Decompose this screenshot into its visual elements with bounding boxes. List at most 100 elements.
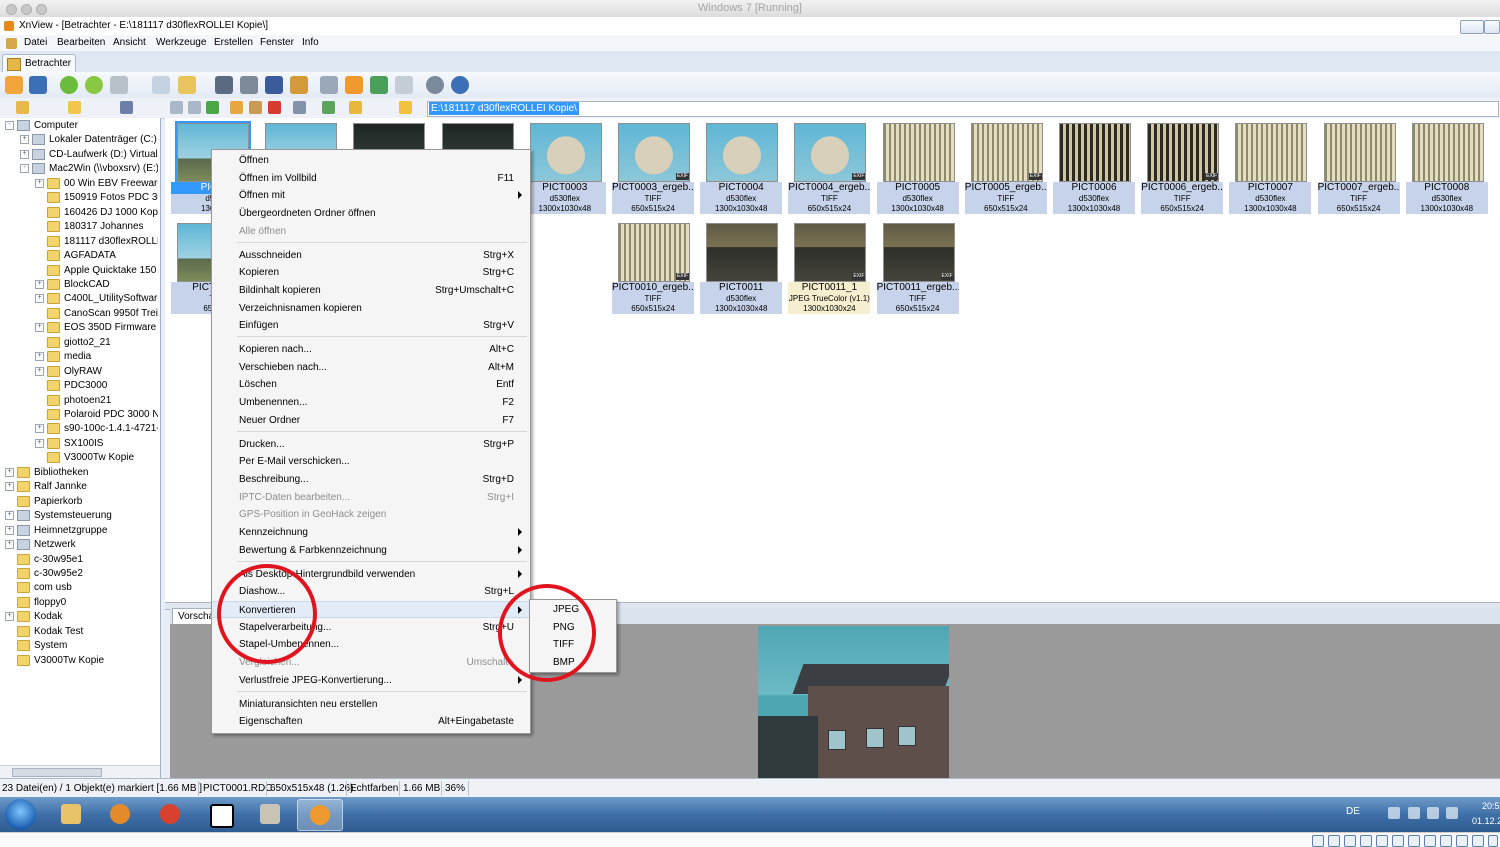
tree-item[interactable]: 160426 DJ 1000 Kopie 2 <box>35 206 158 221</box>
thumbnail-item[interactable]: EXIF PICT0006_ergeb... TIFF 650x515x24 <box>1141 119 1224 214</box>
thumbnail-item[interactable]: PICT0006 d530flex 1300x1030x48 <box>1053 119 1135 214</box>
tree-item[interactable]: System <box>5 640 158 654</box>
delete-icon[interactable] <box>268 101 281 114</box>
tree-item[interactable]: Polaroid PDC 3000 Ne <box>35 409 158 423</box>
menu-bearbeiten[interactable]: Bearbeiten <box>57 37 105 48</box>
taskbar-explorer[interactable] <box>49 799 93 829</box>
calculator-icon[interactable] <box>395 76 413 94</box>
tree-item[interactable]: Apple Quicktake 150 F <box>35 264 158 279</box>
menu-paste[interactable]: Einfügen Strg+V <box>212 317 530 334</box>
start-button[interactable] <box>5 799 36 830</box>
taskbar-media-player[interactable] <box>98 799 142 829</box>
menu-copy-to[interactable]: Kopieren nach... Alt+C <box>212 341 530 358</box>
menu-open-fullscreen[interactable]: Öffnen im Vollbild F11 <box>212 170 530 187</box>
tree-item[interactable]: + CD-Laufwerk (D:) VirtualB <box>20 148 158 163</box>
menu-copy[interactable]: Kopieren Strg+C <box>212 264 530 281</box>
tree-item[interactable]: c-30w95e2 <box>5 567 158 582</box>
menu-tagging[interactable]: Kennzeichnung <box>212 524 530 541</box>
menu-properties[interactable]: Eigenschaften Alt+Eingabetaste <box>212 713 530 730</box>
menu-copy-image-content[interactable]: Bildinhalt kopieren Strg+Umschalt+C <box>212 282 530 299</box>
tree-item[interactable]: floppy0 <box>5 596 158 611</box>
move-icon[interactable] <box>178 76 196 94</box>
thumbnail-item[interactable]: PICT0007_ergeb... TIFF 650x515x24 <box>1317 119 1400 214</box>
tree-item[interactable]: + Lokaler Datenträger (C:) <box>20 134 158 148</box>
tree-item[interactable]: com usb <box>5 582 158 596</box>
tree-item[interactable]: + Ralf Jannke <box>5 481 158 495</box>
folders-tab-icon[interactable] <box>16 101 29 114</box>
tree-item[interactable]: + Systemsteuerung <box>5 510 158 524</box>
menu-print[interactable]: Drucken... Strg+P <box>212 436 530 453</box>
vm-hdd-icon[interactable] <box>1312 835 1324 847</box>
copy-icon[interactable] <box>152 76 170 94</box>
tree-item[interactable]: + SX100IS <box>35 437 158 452</box>
vm-audio-icon[interactable] <box>1344 835 1356 847</box>
back-icon[interactable] <box>170 101 183 114</box>
monitor-icon[interactable] <box>345 76 363 94</box>
collapse-icon[interactable]: - <box>5 121 14 130</box>
acquire-icon[interactable] <box>110 76 128 94</box>
tree-item[interactable]: + Netzwerk <box>5 539 158 553</box>
expand-icon[interactable]: + <box>5 525 14 535</box>
refresh-icon[interactable] <box>60 76 78 94</box>
scrollbar-thumb[interactable] <box>12 768 102 777</box>
tree-item[interactable]: + OlyRAW <box>35 365 158 380</box>
forward-icon[interactable] <box>188 101 201 114</box>
tab-betrachter[interactable]: Betrachter <box>2 54 76 73</box>
vm-mouse-icon[interactable] <box>1472 835 1484 847</box>
menu-email[interactable]: Per E-Mail verschicken... <box>212 453 530 470</box>
tree-item[interactable]: + EOS 350D Firmware <box>35 322 158 336</box>
filter-icon[interactable] <box>349 101 362 114</box>
volume-icon[interactable] <box>1427 807 1439 819</box>
tree-item[interactable]: + media <box>35 351 158 365</box>
thumbnail-item[interactable]: PICT0005 d530flex 1300x1030x48 <box>876 119 959 214</box>
tree-item[interactable]: CanoScan 9950f Treibe <box>35 307 158 322</box>
browser-icon[interactable] <box>5 76 23 94</box>
menu-werkzeuge[interactable]: Werkzeuge <box>156 37 206 48</box>
vm-capture-icon[interactable] <box>1424 835 1436 847</box>
thumbnail-item[interactable]: EXIF PICT0011_ergeb... TIFF 650x515x24 <box>876 219 959 314</box>
thumbnail-item[interactable]: EXIF PICT0003_ergeb... TIFF 650x515x24 <box>612 119 694 214</box>
menu-rating[interactable]: Bewertung & Farbkennzeichnung <box>212 542 530 559</box>
clock-date[interactable]: 01.12.2 <box>1472 816 1500 826</box>
vm-record-icon[interactable] <box>1440 835 1452 847</box>
vm-network-icon[interactable] <box>1360 835 1372 847</box>
tree-item[interactable]: - Computer <box>5 120 158 134</box>
sort-icon[interactable] <box>322 101 335 114</box>
binoculars-icon[interactable] <box>215 76 233 94</box>
tree-item[interactable]: - Mac2Win (\\vboxsrv) (E:) <box>20 163 158 177</box>
expand-icon[interactable]: + <box>35 294 44 304</box>
expand-icon[interactable]: + <box>20 149 29 159</box>
scan-icon[interactable] <box>265 76 283 94</box>
expand-icon[interactable]: + <box>5 511 14 521</box>
rotate-icon[interactable] <box>85 76 103 94</box>
expand-icon[interactable]: + <box>5 482 14 492</box>
tree-item[interactable]: PDC3000 <box>35 380 158 394</box>
thumbnail-item[interactable]: EXIF PICT0010_ergeb... TIFF 650x515x24 <box>612 219 694 314</box>
tree-item[interactable]: + Bibliotheken <box>5 466 158 481</box>
expand-icon[interactable]: + <box>5 467 14 477</box>
taskbar-xnview[interactable] <box>297 799 343 831</box>
tree-item[interactable]: V3000Tw Kopie <box>35 452 158 466</box>
capture-icon[interactable] <box>320 76 338 94</box>
collapse-icon[interactable]: - <box>20 164 29 174</box>
vm-optical-icon[interactable] <box>1328 835 1340 847</box>
expand-icon[interactable]: + <box>5 540 14 550</box>
expand-icon[interactable]: + <box>20 135 29 145</box>
expand-icon[interactable]: + <box>35 424 44 434</box>
menu-delete[interactable]: Löschen Entf <box>212 376 530 393</box>
tray-network-icon[interactable] <box>1388 807 1400 819</box>
menu-open-with[interactable]: Öffnen mit <box>212 187 530 204</box>
thumbnail-item[interactable]: PICT0011 d530flex 1300x1030x48 <box>700 219 783 314</box>
vm-shared-folder-icon[interactable] <box>1392 835 1404 847</box>
tray-expand-icon[interactable] <box>1372 807 1378 819</box>
tree-item[interactable]: 150919 Fotos PDC 3000 <box>35 192 158 206</box>
tree-item[interactable]: Kodak Test <box>5 625 158 640</box>
menu-copy-dirnames[interactable]: Verzeichnisnamen kopieren <box>212 300 530 317</box>
menu-ansicht[interactable]: Ansicht <box>113 37 146 48</box>
tree-item[interactable]: + Heimnetzgruppe <box>5 524 158 539</box>
tree-item[interactable]: 181117 d30flexROLLEI <box>35 235 158 250</box>
taskbar-ccleaner[interactable] <box>148 799 192 829</box>
star-icon[interactable] <box>399 101 412 114</box>
tree-item[interactable]: + C400L_UtilitySoftware <box>35 293 158 307</box>
favorites-tab-icon[interactable] <box>68 101 81 114</box>
